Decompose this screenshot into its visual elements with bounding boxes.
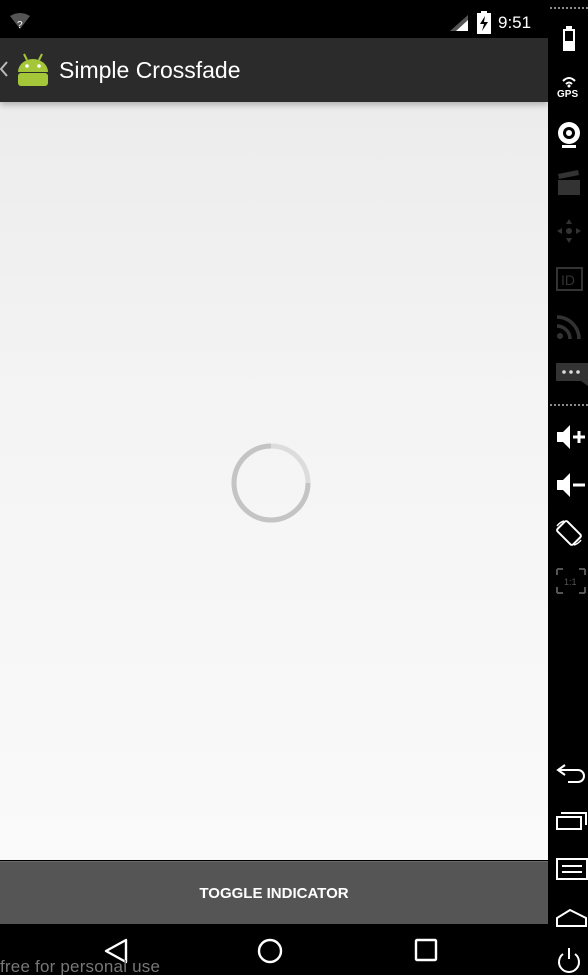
sms-icon[interactable] — [554, 360, 588, 390]
emulator-side-panel: GPS ID 1:1 — [548, 0, 588, 975]
recents-icon[interactable] — [414, 938, 438, 967]
scale-label: 1:1 — [564, 577, 577, 587]
wifi-badge-text: ? — [17, 20, 23, 31]
device-screen: ? 9:51 Simple Crossfade TOGGLE INDICATOR… — [0, 0, 548, 975]
wifi-icon: ? — [8, 13, 32, 36]
gps-label: GPS — [557, 89, 579, 100]
volume-up-icon[interactable] — [554, 422, 585, 452]
clapperboard-icon[interactable] — [554, 168, 584, 198]
volume-down-icon[interactable] — [554, 470, 585, 500]
progress-spinner — [231, 443, 311, 523]
action-bar: Simple Crossfade — [0, 38, 548, 102]
toggle-indicator-label: TOGGLE INDICATOR — [199, 884, 349, 902]
rotate-icon[interactable] — [554, 518, 584, 548]
battery-icon[interactable] — [554, 24, 584, 54]
watermark-text: free for personal use — [0, 957, 161, 975]
id-icon[interactable]: ID — [554, 264, 584, 294]
toggle-indicator-button[interactable]: TOGGLE INDICATOR — [0, 861, 548, 924]
side-divider — [550, 404, 588, 406]
app-title: Simple Crossfade — [59, 57, 241, 83]
home-icon[interactable] — [554, 902, 587, 932]
recent-apps-icon[interactable] — [554, 806, 587, 836]
scale-icon[interactable]: 1:1 — [554, 566, 586, 596]
rss-icon[interactable] — [554, 312, 584, 342]
status-clock: 9:51 — [498, 13, 532, 32]
power-icon[interactable] — [554, 944, 584, 974]
id-label: ID — [561, 272, 575, 288]
android-app-icon[interactable] — [14, 50, 52, 93]
home-icon[interactable] — [257, 938, 283, 969]
up-caret-icon[interactable] — [0, 61, 8, 82]
dpad-icon[interactable] — [554, 216, 584, 246]
content-area — [0, 102, 548, 860]
side-divider — [550, 7, 588, 9]
battery-charging-icon — [477, 11, 491, 40]
back-arrow-icon[interactable] — [554, 758, 585, 788]
signal-icon — [450, 14, 470, 37]
menu-icon[interactable] — [554, 854, 588, 884]
status-bar: ? 9:51 — [0, 6, 548, 38]
camera-icon[interactable] — [554, 120, 584, 150]
